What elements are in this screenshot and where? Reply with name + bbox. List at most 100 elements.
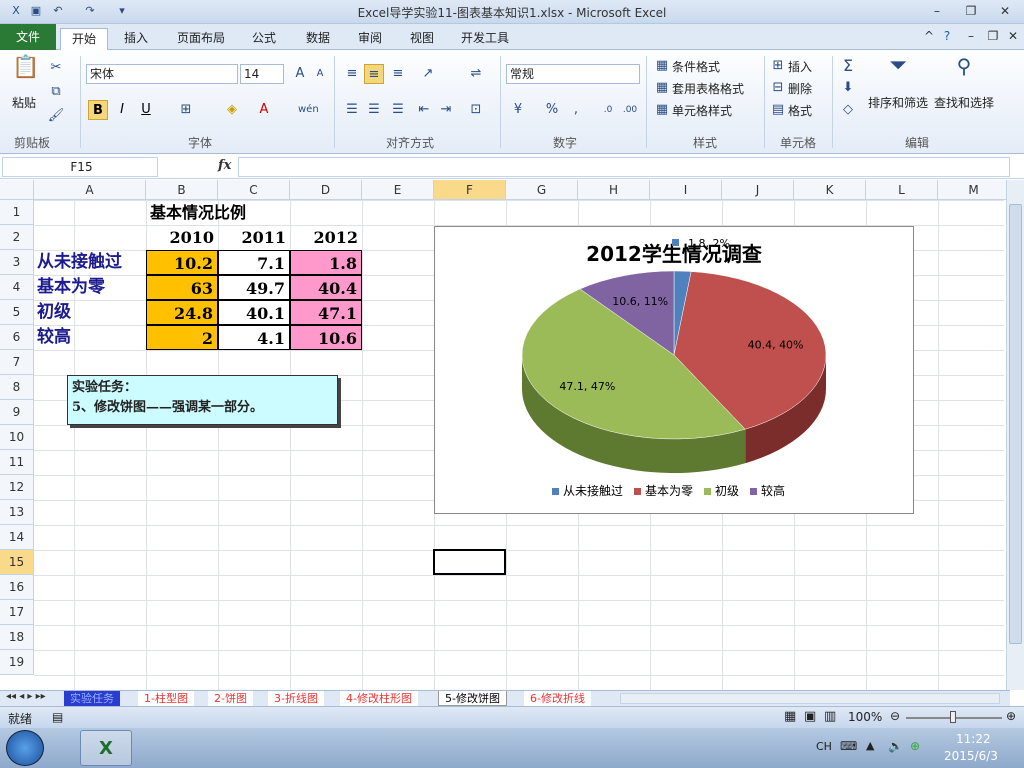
align-top-icon[interactable]: ≡ bbox=[342, 64, 362, 84]
number-format-select[interactable]: 常规 bbox=[506, 64, 640, 84]
column-header[interactable]: L bbox=[866, 180, 938, 200]
tab-page-layout[interactable]: 页面布局 bbox=[170, 28, 232, 50]
row-header[interactable]: 6 bbox=[0, 325, 34, 350]
task-note[interactable]: 实验任务： 5、修改饼图——强调某一部分。 bbox=[67, 375, 338, 425]
column-header[interactable]: B bbox=[146, 180, 218, 200]
decrease-decimal-icon[interactable]: .00 bbox=[620, 100, 640, 120]
cut-icon[interactable]: ✂ bbox=[46, 58, 66, 78]
clock-date[interactable]: 2015/6/3 bbox=[944, 749, 998, 763]
row-header[interactable]: 10 bbox=[0, 425, 34, 450]
formula-input[interactable] bbox=[238, 157, 1010, 177]
table-format-button[interactable]: 套用表格格式 bbox=[672, 80, 744, 97]
view-normal-icon[interactable]: ▦ bbox=[784, 709, 796, 724]
vertical-scrollbar[interactable] bbox=[1006, 180, 1024, 690]
insert-cells-button[interactable]: 插入 bbox=[788, 58, 812, 75]
zoom-in-icon[interactable]: ⊕ bbox=[1006, 709, 1016, 723]
format-painter-icon[interactable]: 🖌 bbox=[46, 106, 66, 126]
wrap-text-icon[interactable]: ⇌ bbox=[466, 64, 486, 84]
data-cell[interactable]: 40.1 bbox=[218, 300, 290, 325]
row-header[interactable]: 1 bbox=[0, 200, 34, 225]
row-label-cell[interactable]: 初级 bbox=[37, 300, 146, 325]
bold-icon[interactable]: B bbox=[88, 100, 108, 120]
zoom-out-icon[interactable]: ⊖ bbox=[890, 709, 900, 723]
year-header-cell[interactable]: 2012 bbox=[290, 225, 362, 250]
conditional-format-button[interactable]: 条件格式 bbox=[672, 58, 720, 75]
find-select-button[interactable]: 查找和选择 bbox=[934, 94, 994, 111]
row-header[interactable]: 18 bbox=[0, 625, 34, 650]
increase-indent-icon[interactable]: ⇥ bbox=[436, 100, 456, 120]
clock-time[interactable]: 11:22 bbox=[956, 732, 991, 746]
horizontal-scrollbar[interactable] bbox=[620, 693, 1000, 704]
column-header[interactable]: K bbox=[794, 180, 866, 200]
volume-icon[interactable]: 🔊 bbox=[888, 739, 903, 753]
tab-data[interactable]: 数据 bbox=[298, 28, 338, 50]
sheet-nav-icon[interactable]: ◂◂ ◂ ▸ ▸▸ bbox=[6, 691, 46, 702]
view-pagebreak-icon[interactable]: ▥ bbox=[824, 709, 836, 724]
data-cell[interactable]: 24.8 bbox=[146, 300, 218, 325]
data-cell[interactable]: 2 bbox=[146, 325, 218, 350]
row-header[interactable]: 2 bbox=[0, 225, 34, 250]
tab-view[interactable]: 视图 bbox=[402, 28, 442, 50]
help-icon[interactable]: ? bbox=[934, 27, 960, 45]
sheet-tab[interactable]: 3-折线图 bbox=[268, 691, 324, 706]
data-cell[interactable]: 10.2 bbox=[146, 250, 218, 275]
sheet-tab[interactable]: 6-修改折线 bbox=[524, 691, 591, 706]
row-header[interactable]: 9 bbox=[0, 400, 34, 425]
network-icon[interactable]: ⊕ bbox=[910, 739, 920, 753]
row-header-selected[interactable]: 15 bbox=[0, 550, 34, 575]
underline-icon[interactable]: U bbox=[136, 100, 156, 120]
paste-button[interactable]: 粘贴 bbox=[12, 94, 36, 111]
increase-decimal-icon[interactable]: .0 bbox=[598, 100, 618, 120]
year-header-cell[interactable]: 2011 bbox=[218, 225, 290, 250]
column-header[interactable]: D bbox=[290, 180, 362, 200]
sheet-tab[interactable]: 1-柱型图 bbox=[138, 691, 194, 706]
row-header[interactable]: 16 bbox=[0, 575, 34, 600]
tray-expand-icon[interactable]: ▲ bbox=[866, 739, 874, 752]
fill-icon[interactable]: ⬇ bbox=[838, 78, 858, 98]
tab-insert[interactable]: 插入 bbox=[116, 28, 156, 50]
phonetic-icon[interactable]: wén bbox=[298, 100, 319, 120]
row-header[interactable]: 19 bbox=[0, 650, 34, 675]
column-header[interactable]: A bbox=[34, 180, 146, 200]
column-header[interactable]: G bbox=[506, 180, 578, 200]
column-header[interactable]: E bbox=[362, 180, 434, 200]
column-header[interactable]: M bbox=[938, 180, 1010, 200]
select-all-corner[interactable] bbox=[0, 180, 34, 200]
orientation-icon[interactable]: ↗ bbox=[418, 64, 438, 84]
align-center-icon[interactable]: ☰ bbox=[364, 100, 384, 120]
border-icon[interactable]: ⊞ bbox=[176, 100, 196, 120]
percent-icon[interactable]: % bbox=[542, 100, 562, 120]
data-cell[interactable]: 1.8 bbox=[290, 250, 362, 275]
autosum-icon[interactable]: Σ bbox=[838, 56, 858, 76]
align-bottom-icon[interactable]: ≡ bbox=[388, 64, 408, 84]
row-header[interactable]: 4 bbox=[0, 275, 34, 300]
row-header[interactable]: 12 bbox=[0, 475, 34, 500]
copy-icon[interactable]: ⧉ bbox=[46, 82, 66, 102]
data-cell[interactable]: 10.6 bbox=[290, 325, 362, 350]
data-cell[interactable]: 7.1 bbox=[218, 250, 290, 275]
shrink-font-icon[interactable]: A bbox=[310, 64, 330, 84]
decrease-indent-icon[interactable]: ⇤ bbox=[414, 100, 434, 120]
merge-center-icon[interactable]: ⊡ bbox=[466, 100, 486, 120]
column-header[interactable]: J bbox=[722, 180, 794, 200]
cell-style-button[interactable]: 单元格样式 bbox=[672, 102, 732, 119]
clear-icon[interactable]: ◇ bbox=[838, 100, 858, 120]
align-left-icon[interactable]: ☰ bbox=[342, 100, 362, 120]
macro-record-icon[interactable]: ▤ bbox=[52, 710, 63, 724]
column-header[interactable]: I bbox=[650, 180, 722, 200]
row-header[interactable]: 11 bbox=[0, 450, 34, 475]
start-button-icon[interactable] bbox=[6, 730, 44, 766]
row-header[interactable]: 7 bbox=[0, 350, 34, 375]
row-header[interactable]: 14 bbox=[0, 525, 34, 550]
column-header[interactable]: C bbox=[218, 180, 290, 200]
align-middle-icon[interactable]: ≡ bbox=[364, 64, 384, 84]
row-header[interactable]: 3 bbox=[0, 250, 34, 275]
row-label-cell[interactable]: 基本为零 bbox=[37, 275, 146, 300]
doc-close-icon[interactable]: ✕ bbox=[1000, 27, 1024, 45]
row-header[interactable]: 13 bbox=[0, 500, 34, 525]
row-header[interactable]: 8 bbox=[0, 375, 34, 400]
scroll-thumb[interactable] bbox=[1009, 204, 1022, 644]
data-cell[interactable]: 4.1 bbox=[218, 325, 290, 350]
format-cells-button[interactable]: 格式 bbox=[788, 102, 812, 119]
zoom-level[interactable]: 100% bbox=[848, 710, 882, 724]
